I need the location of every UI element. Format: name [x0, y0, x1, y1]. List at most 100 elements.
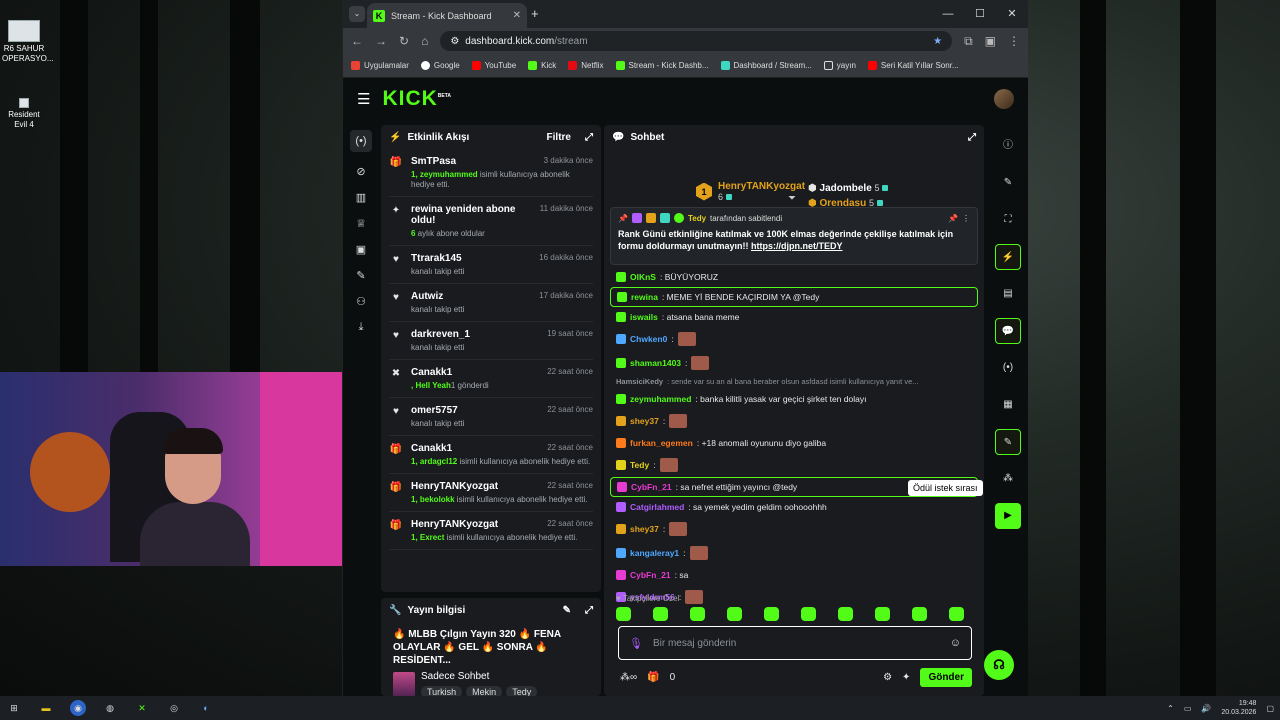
file-explorer-icon[interactable]: ▬ [38, 700, 54, 716]
close-tab-icon[interactable]: ✕ [513, 10, 521, 21]
chat-username[interactable]: zeymuhammed [630, 394, 691, 404]
clip-icon[interactable]: ▶ [995, 503, 1021, 529]
chat-username[interactable]: shey37 [630, 524, 659, 534]
info-icon[interactable]: ⓘ [995, 133, 1021, 159]
activity-event[interactable]: 🎁 HenryTANKyozgat 22 saat önce 1, Exrect is… [389, 512, 593, 550]
hamburger-menu-icon[interactable]: ☰ [357, 90, 370, 108]
chat-message[interactable]: shey37: [610, 517, 978, 541]
network-icon[interactable]: ▭ [1184, 704, 1192, 713]
filter-button[interactable]: Filtre [547, 132, 571, 143]
chrome-icon[interactable]: ◉ [70, 700, 86, 716]
points-icon[interactable]: ⁂∞ [620, 672, 637, 683]
edit-icon[interactable]: ✎ [563, 605, 571, 616]
notes-icon[interactable]: ▤ [995, 281, 1021, 307]
activity-event[interactable]: 🎁 Canakk1 22 saat önce 1, ardagcl12 isimli … [389, 436, 593, 474]
bookmark-item[interactable]: yayın [823, 61, 856, 70]
tab-search-button[interactable]: ⌄ [349, 6, 365, 22]
maximize-button[interactable]: ☐ [964, 0, 996, 28]
chat-username[interactable]: rewina [631, 292, 658, 302]
emote-icon[interactable] [838, 607, 853, 621]
fullscreen-icon[interactable]: ⛶ [995, 207, 1021, 233]
chat-username[interactable]: Chwken0 [630, 334, 667, 344]
settings-icon[interactable]: ⚙ [883, 672, 892, 683]
emoji-picker-icon[interactable]: ☺ [950, 637, 961, 649]
desktop-icon-r6[interactable]: R6 SAHUR OPERASYO... [2, 20, 54, 64]
bookmark-item[interactable]: Kick [528, 61, 556, 70]
xbox-icon[interactable]: ✕ [134, 700, 150, 716]
chat-username[interactable]: shaman1403 [630, 358, 681, 368]
emote-icon[interactable] [949, 607, 964, 621]
clock[interactable]: 19:48 20.03.2026 [1221, 699, 1256, 717]
emote-icon[interactable] [764, 607, 779, 621]
activity-event[interactable]: 🎁 SmTPasa 3 dakika önce 1, zeymuhammed isim… [389, 149, 593, 197]
broadcast-icon[interactable]: (•) [350, 130, 372, 152]
bookmark-star-icon[interactable]: ★ [933, 36, 942, 47]
analytics-icon[interactable]: ▥ [356, 191, 366, 204]
link-icon[interactable]: ⊘ [356, 165, 365, 178]
reward-queue-icon[interactable]: ⁂ [995, 466, 1021, 492]
url-field[interactable]: ⚙ dashboard.kick.com/stream ★ [440, 31, 953, 51]
activity-event[interactable]: ✦ rewina yeniden abone oldu! 11 dakika önc… [389, 197, 593, 246]
chat-username[interactable]: furkan_egemen [630, 438, 693, 448]
steam-icon[interactable]: ◐ [198, 700, 214, 716]
collapse-chevron-icon[interactable]: ⏷ [788, 193, 796, 204]
home-icon[interactable]: ⌂ [421, 34, 428, 48]
emote-icon[interactable] [727, 607, 742, 621]
mod-tools-icon[interactable]: ▦ [995, 392, 1021, 418]
help-button[interactable]: ☊ [984, 650, 1014, 680]
chat-message[interactable]: Chwken0: [610, 327, 978, 351]
reload-icon[interactable]: ↻ [399, 34, 409, 48]
obs-icon[interactable]: ◎ [166, 700, 182, 716]
popout-icon[interactable]: ⤢ [585, 132, 593, 143]
chat-username[interactable]: Tedy [630, 460, 649, 470]
emote-icon[interactable] [801, 607, 816, 621]
chat-message[interactable]: Tedy: [610, 453, 978, 477]
desktop-icon-resident-evil[interactable]: Resident Evil 4 [2, 98, 46, 130]
chat-username[interactable]: CybFn_21 [631, 482, 672, 492]
close-window-button[interactable]: ✕ [996, 0, 1028, 28]
chat-toggle-icon[interactable]: 💬 [995, 318, 1021, 344]
new-tab-button[interactable]: + [531, 6, 539, 21]
activity-event[interactable]: ♥ Autwiz 17 dakika önce kanalı takip etti [389, 284, 593, 322]
chat-username[interactable]: iswails [630, 312, 658, 322]
chat-reply-context[interactable]: HamsiciKedy: sende var su an al bana ber… [610, 375, 978, 389]
chat-message[interactable]: iswails: atsana bana meme [610, 307, 978, 327]
edit-icon[interactable]: ✎ [995, 170, 1021, 196]
chat-message[interactable]: zeymuhammed: banka kilitli yasak var geç… [610, 389, 978, 409]
user-avatar[interactable] [994, 89, 1014, 109]
bookmark-item[interactable]: Stream - Kick Dashb... [615, 61, 709, 70]
unpin-icon[interactable]: 📌 [948, 214, 958, 223]
chat-input[interactable]: 🎙 Bir mesaj gönderin ☺ [618, 626, 972, 660]
activity-event[interactable]: ♥ Ttrarak145 16 dakika önce kanalı takip et… [389, 246, 593, 284]
tab-kick-dashboard[interactable]: K Stream - Kick Dashboard ✕ [367, 3, 527, 28]
chat-username[interactable]: kangaleray1 [630, 548, 679, 558]
emote-icon[interactable] [616, 607, 631, 621]
wrench-icon[interactable]: ✎ [995, 429, 1021, 455]
chevron-up-icon[interactable]: ⌃ [1167, 704, 1174, 713]
chat-username[interactable]: CybFn_21 [630, 570, 671, 580]
users-icon[interactable]: ⚇ [356, 295, 366, 308]
popout-icon[interactable]: ⤢ [968, 132, 976, 143]
activity-event[interactable]: ✖ Canakk1 22 saat önce , Hell Yeah1 gönderd… [389, 360, 593, 398]
profile-icon[interactable]: ▣ [985, 34, 996, 48]
popout-icon[interactable]: ⤢ [585, 605, 593, 616]
back-icon[interactable]: ← [351, 34, 363, 48]
activity-event[interactable]: 🎁 HenryTANKyozgat 22 saat önce 1, bekolokk … [389, 474, 593, 512]
bookmark-item[interactable]: Seri Katil Yıllar Sonr... [867, 61, 959, 70]
chat-username[interactable]: HamsiciKedy [616, 377, 663, 387]
extensions-icon[interactable]: ⧉ [964, 34, 973, 49]
media-icon[interactable]: ▣ [356, 243, 366, 256]
chat-username[interactable]: Catgirlahmed [630, 502, 684, 512]
wrench-icon[interactable]: ✎ [356, 269, 365, 282]
quick-action-lightning-icon[interactable]: ⚡ [995, 244, 1021, 270]
chat-message[interactable]: Catgirlahmed: sa yemek yedim geldim ooho… [610, 497, 978, 517]
download-icon[interactable]: ⤓ [359, 321, 364, 334]
chat-username[interactable]: OlKnS [630, 272, 656, 282]
chat-message[interactable]: rewina: MEME Yİ BENDE KAÇIRDIM YA @Tedy [610, 287, 978, 307]
chat-message[interactable]: furkan_egemen: +18 anomali oyununu diyo … [610, 433, 978, 453]
menu-icon[interactable]: ⋮ [1008, 34, 1020, 48]
bookmark-item[interactable]: Netflix [568, 61, 604, 70]
emote-icon[interactable] [653, 607, 668, 621]
chat-message[interactable]: shaman1403: [610, 351, 978, 375]
activity-event[interactable]: ♥ darkreven_1 19 saat önce kanalı takip ett… [389, 322, 593, 360]
